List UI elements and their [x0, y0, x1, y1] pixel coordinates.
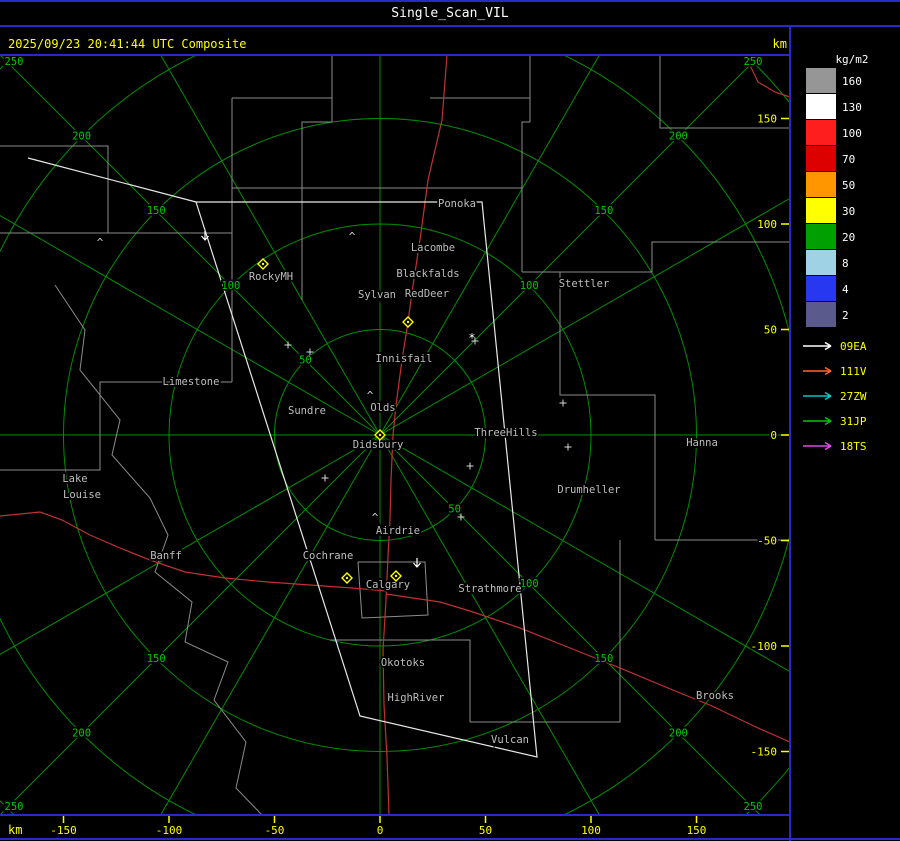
range-ring-label: 200 [669, 131, 688, 143]
city-label: Brooks [696, 690, 734, 702]
legend-swatch [806, 146, 836, 171]
y-axis-tick-label: -100 [751, 640, 778, 653]
city-label: Stettler [559, 278, 610, 290]
legend-swatch [806, 250, 836, 275]
radar-display: 5010015020025010015020025015020025050100… [0, 0, 900, 841]
range-ring-label: 100 [520, 280, 539, 292]
range-ring-label: 250 [5, 56, 24, 68]
city-label: Sylvan [358, 289, 396, 301]
city-label: Olds [370, 402, 395, 414]
y-axis-tick-label: 100 [757, 218, 777, 231]
x-axis-tick-label: -50 [265, 824, 285, 837]
window-title: Single_Scan_VIL [391, 6, 509, 21]
radar-window: 50 100 150 200 250 100 150 200 250 150 200 250 50 100… [0, 0, 900, 841]
storm-track-id: 31JP [840, 415, 867, 428]
legend-swatch [806, 94, 836, 119]
city-label: Hanna [686, 437, 718, 449]
legend-value: 4 [842, 283, 849, 296]
caret-marker: ^ [372, 511, 379, 524]
legend-value: 8 [842, 257, 849, 270]
range-ring-label: 250 [744, 801, 763, 813]
city-label: Calgary [366, 579, 410, 591]
city-label: RedDeer [405, 288, 449, 300]
city-label: Innisfail [376, 353, 433, 365]
city-label: RockyMH [249, 271, 293, 283]
city-label: Limestone [163, 376, 220, 388]
y-axis-tick-label: -150 [751, 746, 778, 759]
legend-swatch [806, 276, 836, 301]
range-ring-label: 100 [520, 578, 539, 590]
legend-swatch [806, 224, 836, 249]
x-axis-tick-label: 150 [687, 824, 707, 837]
city-label: Blackfalds [396, 268, 459, 280]
legend-swatch [806, 120, 836, 145]
x-axis-unit-label: km [8, 823, 22, 837]
legend-swatch [806, 68, 836, 93]
y-axis-tick-label: 50 [764, 324, 777, 337]
city-label: Vulcan [491, 734, 529, 746]
legend-swatch [806, 198, 836, 223]
legend-swatch [806, 302, 836, 327]
storm-track-id: 18TS [840, 440, 867, 453]
caret-marker: ^ [97, 236, 104, 249]
legend-value: 70 [842, 153, 855, 166]
x-axis-tick-label: 100 [581, 824, 601, 837]
storm-track-id: 27ZW [840, 390, 867, 403]
y-axis-unit-label: km [773, 37, 787, 51]
city-label: HighRiver [388, 692, 445, 704]
range-ring-label: 50 [448, 504, 461, 516]
range-ring-label: 150 [147, 205, 166, 217]
range-ring-label: 250 [744, 56, 763, 68]
range-ring-label: 250 [5, 801, 24, 813]
city-label: Okotoks [381, 657, 425, 669]
y-axis-tick-label: 150 [757, 113, 777, 126]
city-label: Ponoka [438, 198, 476, 210]
caret-marker: ^ [367, 389, 374, 402]
legend-value: 160 [842, 75, 862, 88]
x-axis-tick-label: 50 [479, 824, 492, 837]
station-marker-dot [394, 574, 398, 578]
legend-value: 50 [842, 179, 855, 192]
legend-value: 2 [842, 309, 849, 322]
storm-track-id: 111V [840, 365, 867, 378]
legend-swatch [806, 172, 836, 197]
x-axis-tick-label: 0 [377, 824, 384, 837]
range-ring-label: 200 [72, 131, 91, 143]
city-label: Lacombe [411, 242, 455, 254]
asterisk-marker: * [468, 331, 475, 345]
city-label: Drumheller [557, 484, 620, 496]
timestamp-label: 2025/09/23 20:41:44 UTC Composite [8, 37, 246, 51]
caret-marker: ^ [349, 230, 356, 243]
city-label: Louise [63, 489, 101, 501]
range-ring-label: 200 [72, 727, 91, 739]
city-label: Sundre [288, 405, 326, 417]
x-axis-tick-label: -100 [156, 824, 183, 837]
range-ring-label: 100 [221, 280, 240, 292]
legend-value: 130 [842, 101, 862, 114]
station-marker-dot [378, 433, 382, 437]
legend-value: 20 [842, 231, 855, 244]
city-label: Cochrane [303, 550, 354, 562]
legend-value: 100 [842, 127, 862, 140]
station-marker-dot [345, 576, 349, 580]
city-label: ThreeHills [474, 427, 537, 439]
y-axis-tick-label: -50 [757, 535, 777, 548]
legend-unit-label: kg/m2 [835, 53, 868, 66]
station-marker-dot [406, 320, 410, 324]
storm-track-id: 09EA [840, 340, 867, 353]
legend-value: 30 [842, 205, 855, 218]
city-label: Strathmore [458, 583, 521, 595]
y-axis-tick-label: 0 [770, 429, 777, 442]
range-ring-label: 200 [669, 727, 688, 739]
city-label: Banff [150, 550, 182, 562]
city-label: Airdrie [376, 525, 420, 537]
city-label: Lake [62, 473, 87, 485]
range-ring-label: 50 [299, 354, 312, 366]
range-ring-label: 150 [594, 205, 613, 217]
city-label: Didsbury [353, 439, 404, 451]
x-axis-tick-label: -150 [50, 824, 77, 837]
range-ring-label: 150 [147, 653, 166, 665]
range-ring-label: 150 [594, 653, 613, 665]
station-marker-dot [261, 262, 265, 266]
